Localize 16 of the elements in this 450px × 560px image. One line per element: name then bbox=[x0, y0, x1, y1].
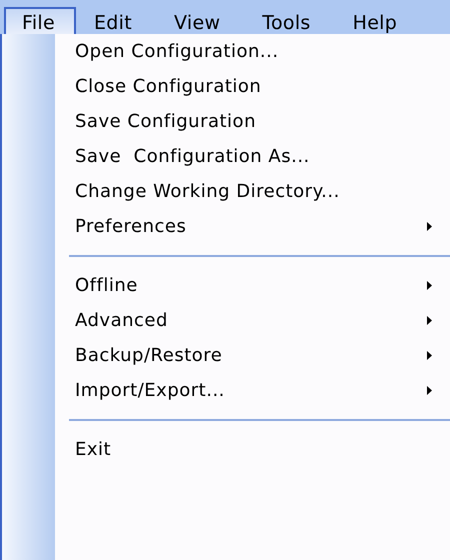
menu-item[interactable]: Open Configuration... bbox=[75, 34, 450, 69]
menu-item[interactable]: Import/Export... bbox=[75, 373, 450, 408]
menu-item[interactable]: Save Configuration bbox=[75, 104, 450, 139]
menu-item[interactable]: Offline bbox=[75, 268, 450, 303]
menu-item[interactable]: Close Configuration bbox=[75, 69, 450, 104]
menu-item[interactable]: Backup/Restore bbox=[75, 338, 450, 373]
menu-item[interactable]: Save Configuration As... bbox=[75, 139, 450, 174]
menu-bar-item[interactable]: Tools bbox=[246, 7, 327, 34]
menu-bar-item[interactable]: File bbox=[4, 7, 76, 34]
menu-bar-item[interactable]: Help bbox=[336, 7, 414, 34]
menu-item[interactable]: Preferences bbox=[75, 209, 450, 244]
menu-item[interactable]: Change Working Directory... bbox=[75, 174, 450, 209]
menu-item[interactable]: Advanced bbox=[75, 303, 450, 338]
menu-item[interactable]: Exit bbox=[75, 432, 450, 467]
menu-bar-item[interactable]: Edit bbox=[78, 7, 148, 34]
menu-bar-item[interactable]: View bbox=[158, 7, 236, 34]
